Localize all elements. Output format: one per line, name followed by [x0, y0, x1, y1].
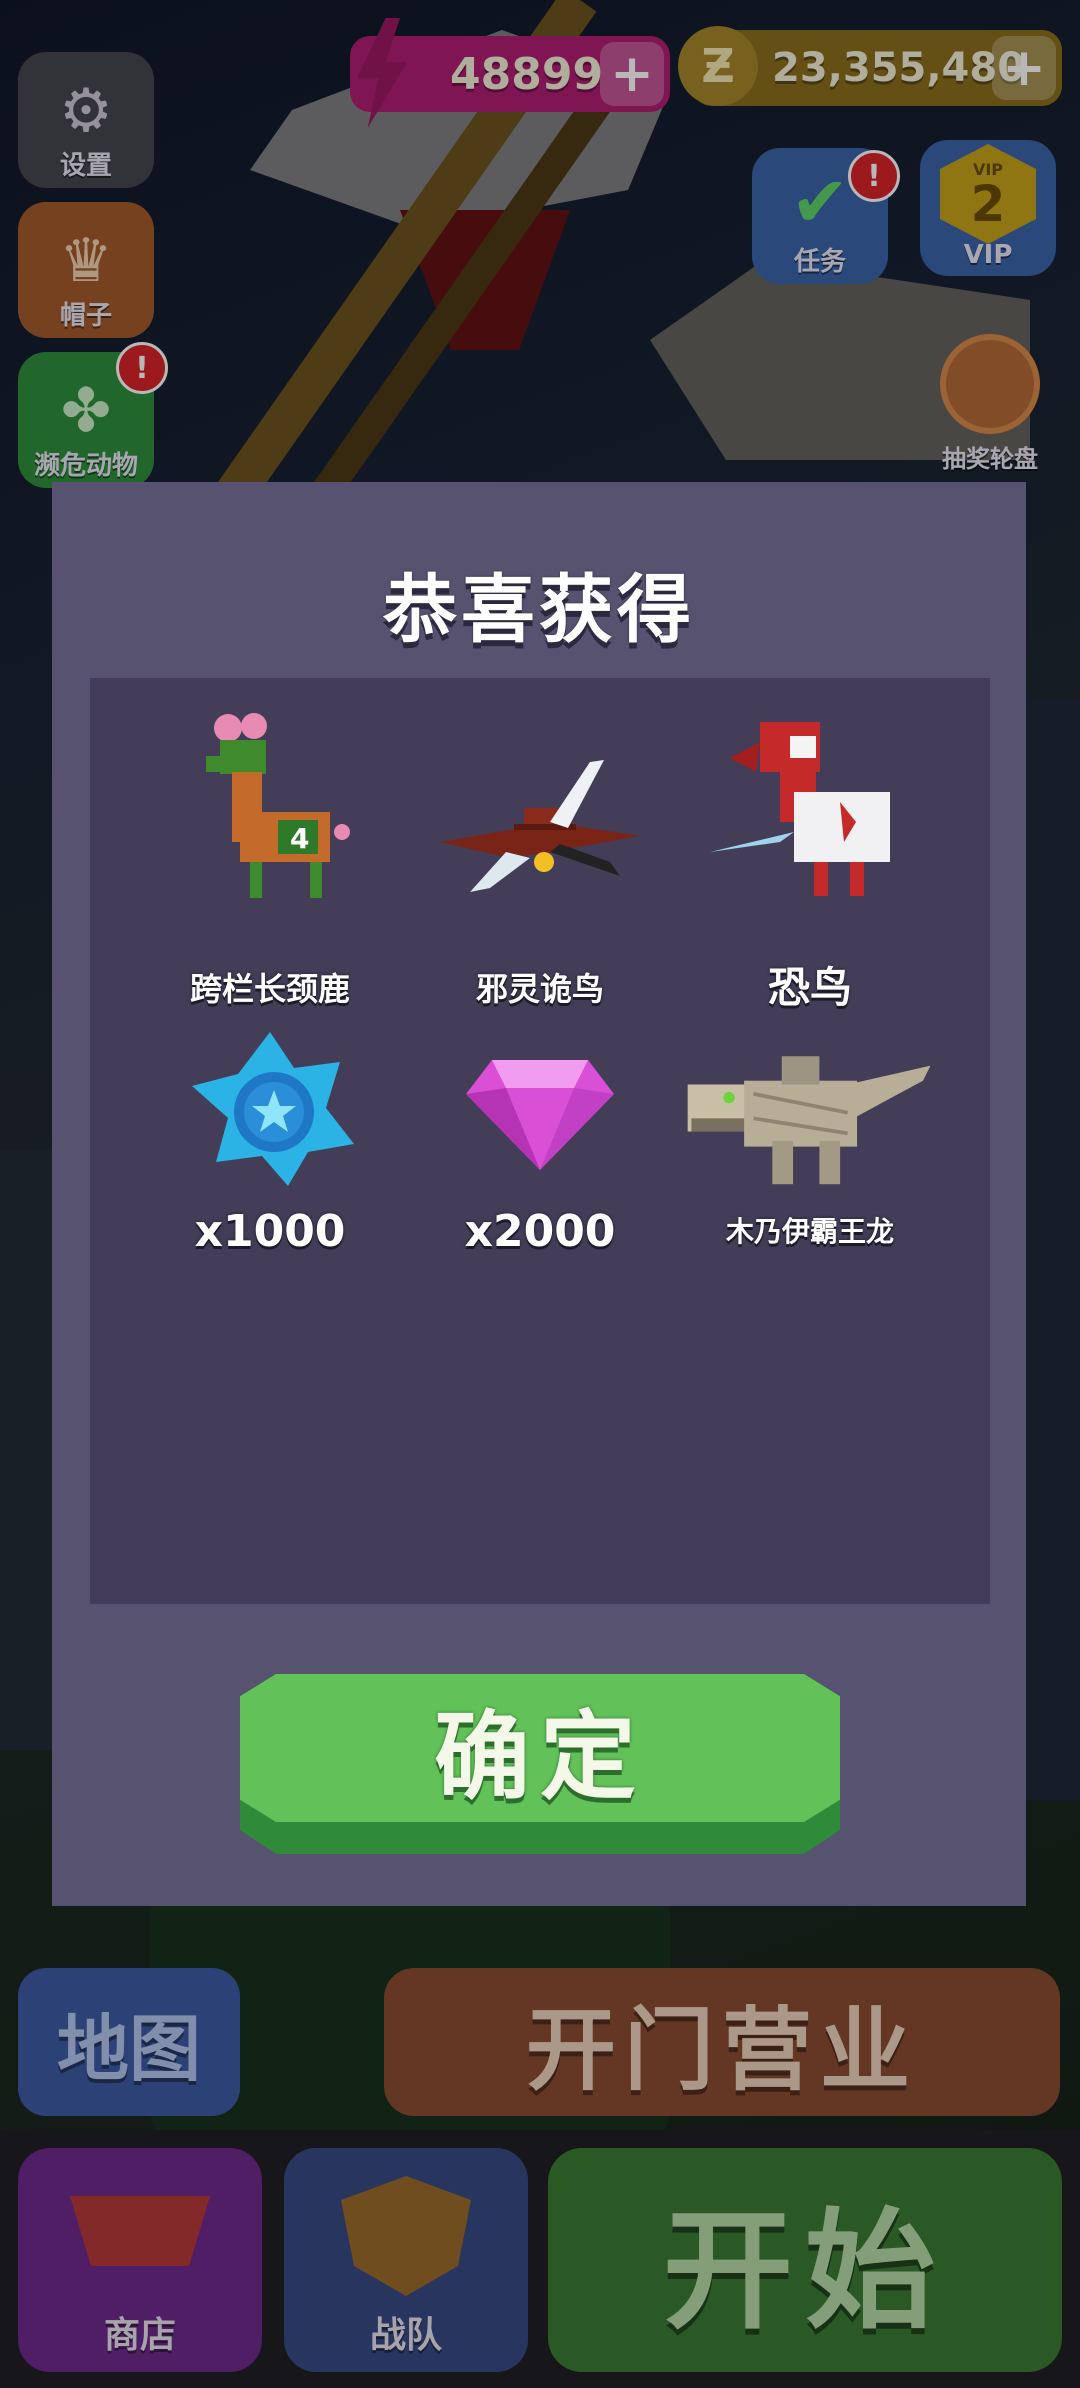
dialog-title: 恭喜获得 — [383, 567, 695, 653]
reward-name: 邪灵诡鸟 — [475, 970, 604, 1008]
reward-item-evil-bird: 邪灵诡鸟 — [410, 712, 670, 1008]
evil-bird-icon — [440, 760, 640, 892]
reward-amount: x2000 — [464, 1206, 616, 1257]
giraffe-icon: 4 — [206, 713, 350, 898]
reward-item-giraffe: 4 跨栏长颈鹿 — [140, 712, 400, 1008]
reward-grid: 4 跨栏长颈鹿 邪灵诡鸟 恐鸟 x1000 x2000 木乃伊霸王龙 — [90, 678, 990, 1604]
confirm-label: 确定 — [434, 1700, 646, 1813]
blue-star-token-icon — [192, 1032, 354, 1186]
reward-amount: x1000 — [194, 1206, 346, 1257]
reward-item-gem: x2000 — [410, 1028, 670, 1278]
reward-item-moa: 恐鸟 — [680, 712, 940, 1012]
pink-gem-icon — [466, 1060, 614, 1170]
reward-dialog: 恭喜获得 4 跨栏长颈鹿 邪灵诡鸟 恐鸟 x1000 x2000 木乃伊霸王龙 … — [52, 482, 1026, 1906]
confirm-button[interactable]: 确定 — [240, 1674, 840, 1854]
reward-name: 恐鸟 — [767, 963, 852, 1012]
svg-text:4: 4 — [290, 822, 309, 855]
reward-name: 木乃伊霸王龙 — [725, 1215, 894, 1248]
mummy-trex-icon — [687, 1056, 931, 1185]
reward-item-star-token: x1000 — [140, 1028, 400, 1278]
reward-item-mummy-trex: 木乃伊霸王龙 — [680, 1028, 940, 1278]
reward-name: 跨栏长颈鹿 — [189, 970, 350, 1008]
moa-bird-icon — [710, 722, 890, 896]
